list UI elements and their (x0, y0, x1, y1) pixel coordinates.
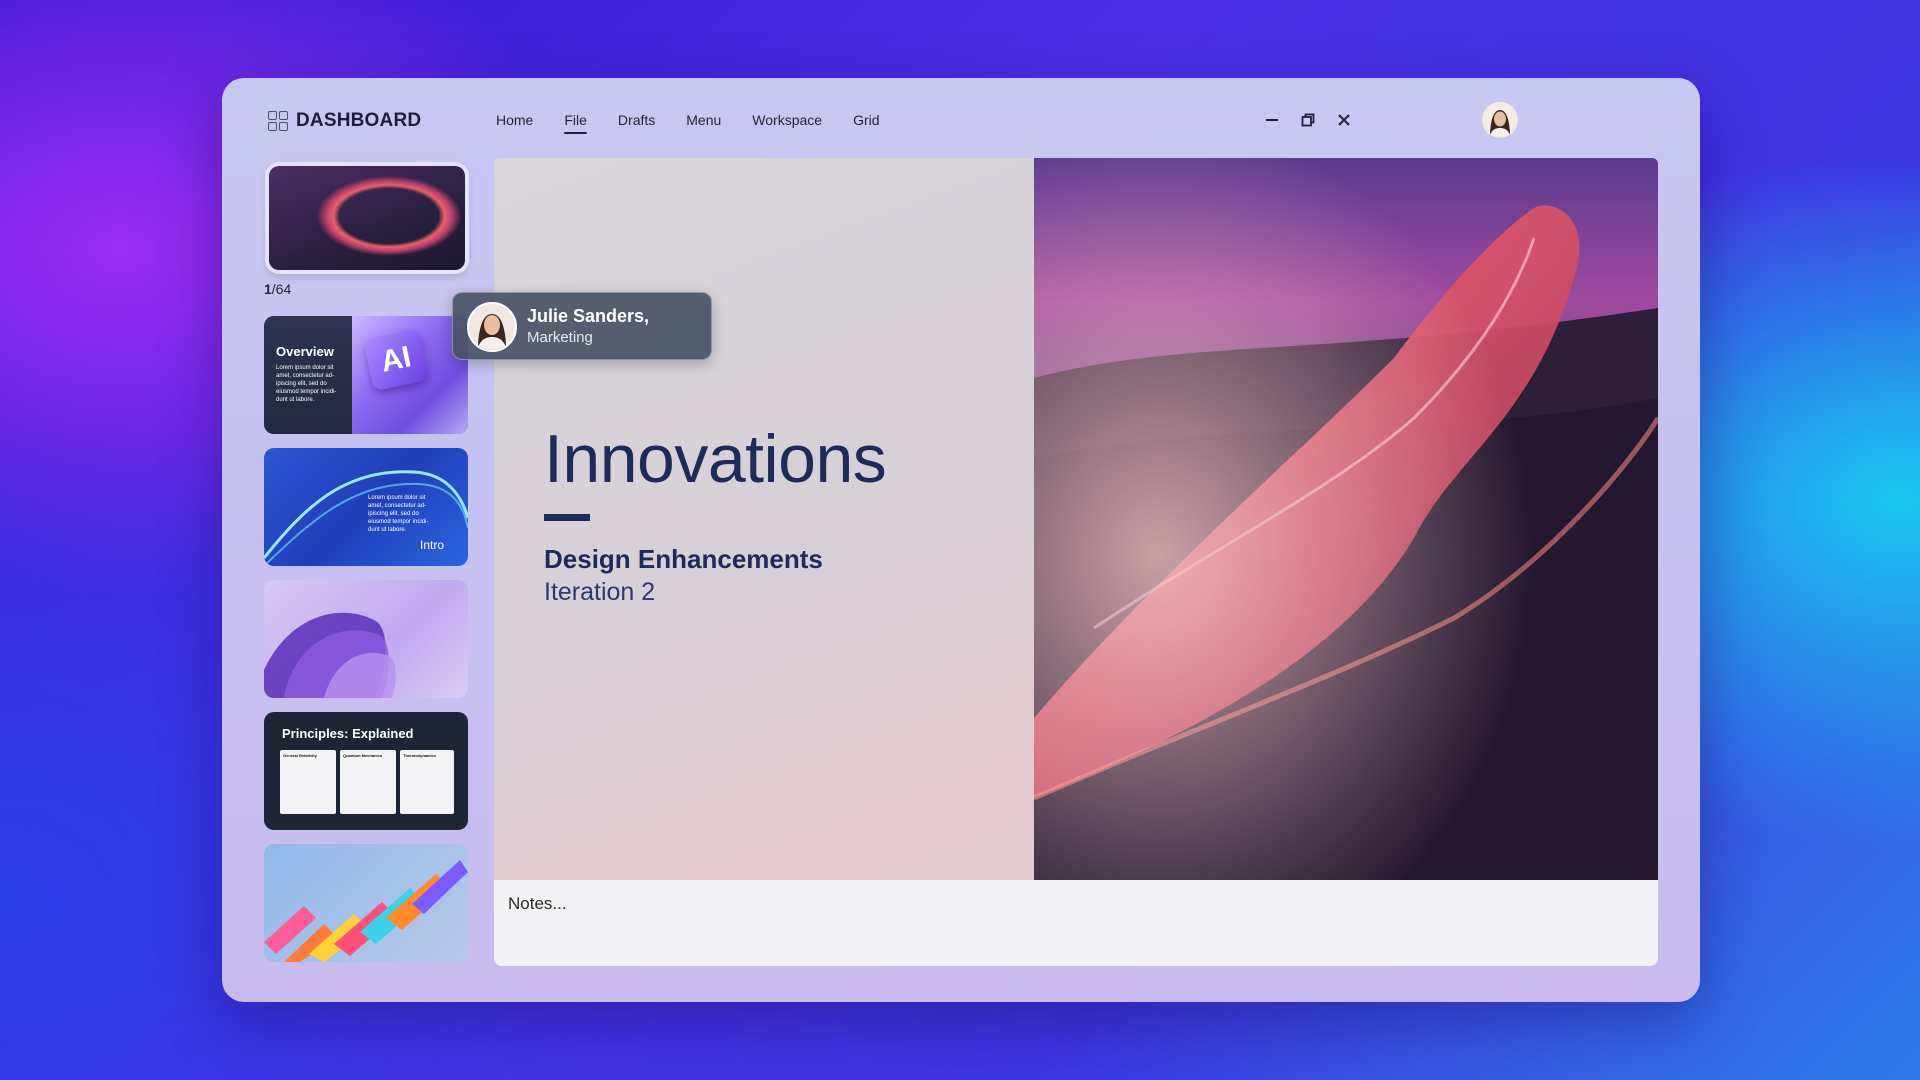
presenter-name: Julie Sanders, (527, 306, 650, 326)
slide-canvas[interactable]: Innovations Design Enhancements Iteratio… (494, 158, 1658, 880)
abstract-graphic (264, 612, 396, 698)
slide-thumbnail-3[interactable]: Lorem ipsum dolor sit amet, consectetur … (264, 448, 468, 566)
restore-icon (1301, 113, 1315, 127)
slide-thumbnail-4[interactable] (264, 580, 468, 698)
nav-workspace[interactable]: Workspace (752, 112, 822, 134)
notes-placeholder[interactable]: Notes... (508, 894, 567, 914)
slide-thumbnail-6[interactable] (264, 844, 468, 962)
slide-subtitle-2: Iteration 2 (544, 578, 656, 606)
minimize-button[interactable] (1258, 106, 1286, 134)
presenter-tag[interactable]: Julie Sanders, Marketing (452, 292, 712, 360)
thumbnail-title: Intro (420, 538, 445, 552)
minimize-icon (1266, 119, 1278, 121)
nav-drafts[interactable]: Drafts (618, 112, 655, 134)
close-icon (1338, 114, 1350, 126)
app-title: DASHBOARD (296, 110, 422, 131)
presenter-avatar (467, 302, 517, 352)
info-card: General Relativity (280, 750, 336, 814)
restore-button[interactable] (1294, 106, 1322, 134)
brand[interactable]: DASHBOARD (268, 110, 421, 132)
grid-icon (268, 111, 288, 131)
notes-panel[interactable]: Notes... (494, 880, 1658, 966)
thumbnail-body: Lorem ipsum dolor sit amet, consectetur … (368, 495, 429, 533)
slide-title: Innovations (544, 421, 887, 497)
slide-thumbnail-5[interactable]: Principles: Explained General Relativity… (264, 712, 468, 830)
spiral-graphic (264, 860, 468, 962)
slide-thumbnail-1[interactable] (269, 166, 465, 270)
slide-hero-image (1034, 158, 1658, 880)
thumbnail-body: Lorem ipsum dolor sit amet, consectetur … (276, 365, 337, 403)
thumbnail-title: Overview (276, 344, 334, 359)
close-button[interactable] (1330, 106, 1358, 134)
slide-thumbnail-2[interactable]: AI Overview Lorem ipsum dolor sit amet, … (264, 316, 468, 434)
nav-grid[interactable]: Grid (853, 112, 879, 134)
slide-subtitle: Design Enhancements (544, 544, 823, 574)
info-card: Thermodynamics (400, 750, 454, 814)
nav-home[interactable]: Home (496, 112, 533, 134)
slide-counter: 1/64 (264, 281, 292, 297)
top-nav: Home File Drafts Menu Workspace Grid (496, 112, 880, 134)
app-window: DASHBOARD Home File Drafts Menu Workspac… (222, 78, 1700, 1002)
user-avatar[interactable] (1482, 102, 1518, 138)
title-divider (544, 514, 590, 521)
info-card: Quantum Mechanics (340, 750, 396, 814)
nav-menu[interactable]: Menu (686, 112, 721, 134)
nav-file[interactable]: File (564, 112, 587, 134)
thumbnail-title: Principles: Explained (282, 726, 414, 741)
presenter-role: Marketing (527, 329, 593, 346)
